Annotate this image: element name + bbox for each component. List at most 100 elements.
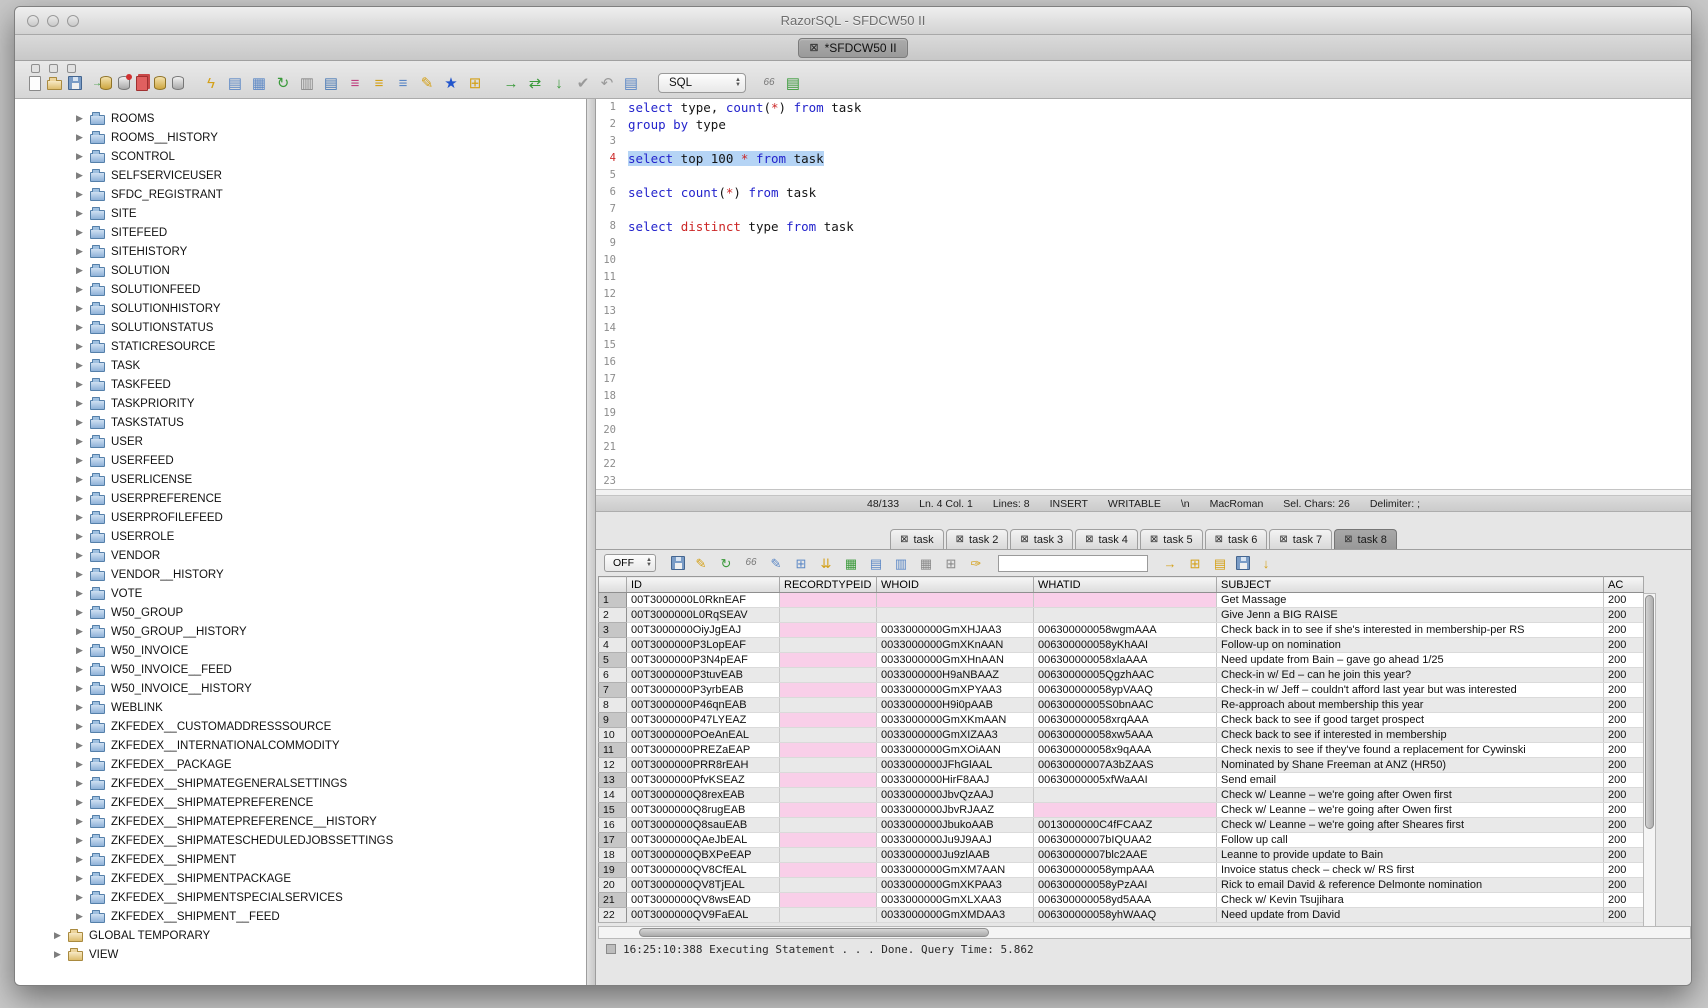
cell-recordtypeid[interactable]: [780, 818, 877, 833]
code-line[interactable]: select count(*) from task: [628, 184, 1691, 201]
cell-ac[interactable]: 200: [1604, 668, 1644, 683]
code-line[interactable]: [628, 354, 1691, 371]
cell-subject[interactable]: Send email: [1217, 773, 1604, 788]
table-copy-icon[interactable]: ⊞: [942, 554, 960, 572]
results-search-input[interactable]: [998, 555, 1148, 572]
cell-whatid[interactable]: 00630000005QgzhAAC: [1034, 668, 1217, 683]
cell-whoid[interactable]: 0033000000GmXKnAAN: [877, 638, 1034, 653]
sidebar-item-zkfedex-shipmatescheduledjobssettings[interactable]: ▶ZKFEDEX__SHIPMATESCHEDULEDJOBSSETTINGS: [15, 831, 586, 850]
sidebar-item-solutionhistory[interactable]: ▶SOLUTIONHISTORY: [15, 299, 586, 318]
cell-whoid[interactable]: 0033000000JFhGlAAL: [877, 758, 1034, 773]
insert-rows-icon[interactable]: ⇊: [817, 554, 835, 572]
frame-control-icon[interactable]: [49, 64, 58, 73]
disclosure-triangle-icon[interactable]: ▶: [75, 626, 84, 637]
table-row[interactable]: 1600T3000000Q8sauEAB0033000000JbukoAAB00…: [599, 818, 1644, 833]
cell-ac[interactable]: 200: [1604, 638, 1644, 653]
sort-list-icon[interactable]: ≡: [370, 74, 388, 92]
grid-vertical-scrollbar[interactable]: [1643, 593, 1656, 926]
table-row[interactable]: 1700T3000000QAeJbEAL0033000000Ju9J9AAJ00…: [599, 833, 1644, 848]
tab-close-icon[interactable]: ⊠: [1085, 534, 1093, 545]
execute-lightning-icon[interactable]: ϟ: [202, 74, 220, 92]
cell-ac[interactable]: 200: [1604, 848, 1644, 863]
sidebar-item-taskfeed[interactable]: ▶TASKFEED: [15, 375, 586, 394]
table-row[interactable]: 1800T3000000QBXPeEAP0033000000Ju9zlAAB00…: [599, 848, 1644, 863]
cell-whoid[interactable]: 0033000000GmXM7AAN: [877, 863, 1034, 878]
cell-whoid[interactable]: 0033000000GmXLXAA3: [877, 893, 1034, 908]
sidebar-item-zkfedex-shipmatepreference-history[interactable]: ▶ZKFEDEX__SHIPMATEPREFERENCE__HISTORY: [15, 812, 586, 831]
cell-ac[interactable]: 200: [1604, 608, 1644, 623]
green-list-icon[interactable]: ▤: [784, 74, 802, 92]
cell-recordtypeid[interactable]: [780, 758, 877, 773]
cell-ac[interactable]: 200: [1604, 713, 1644, 728]
disclosure-triangle-icon[interactable]: ▶: [53, 930, 62, 941]
cell-subject[interactable]: Check-in w/ Jeff – couldn't afford last …: [1217, 683, 1604, 698]
column-header-ac[interactable]: AC: [1604, 577, 1644, 593]
cell-ac[interactable]: 200: [1604, 653, 1644, 668]
cell-subject[interactable]: Re-approach about membership this year: [1217, 698, 1604, 713]
result-tab-8[interactable]: ⊠task 8: [1334, 529, 1397, 549]
cell-whatid[interactable]: 006300000058ympAAA: [1034, 863, 1217, 878]
cell-whoid[interactable]: 0033000000GmXHnAAN: [877, 653, 1034, 668]
cell-whatid[interactable]: 006300000058ypVAAQ: [1034, 683, 1217, 698]
cell-whoid[interactable]: 0033000000GmXKPAA3: [877, 878, 1034, 893]
down-arrow-icon[interactable]: ↓: [550, 74, 568, 92]
table-row[interactable]: 100T3000000L0RknEAFGet Massage200: [599, 593, 1644, 608]
cell-ac[interactable]: 200: [1604, 863, 1644, 878]
sidebar-item-zkfedex-shipmentpackage[interactable]: ▶ZKFEDEX__SHIPMENTPACKAGE: [15, 869, 586, 888]
disclosure-triangle-icon[interactable]: ▶: [75, 892, 84, 903]
tab-close-icon[interactable]: ⊠: [900, 534, 908, 545]
execute-arrow-icon[interactable]: →: [502, 74, 520, 92]
cell-id[interactable]: 00T3000000QV8CfEAL: [627, 863, 780, 878]
sidebar-item-site[interactable]: ▶SITE: [15, 204, 586, 223]
sidebar-item-sitehistory[interactable]: ▶SITEHISTORY: [15, 242, 586, 261]
tab-close-icon[interactable]: ⊠: [809, 41, 818, 54]
column-header-whatid[interactable]: WHATID: [1034, 577, 1217, 593]
refresh-pages-icon[interactable]: ↻: [274, 74, 292, 92]
open-file-icon[interactable]: [47, 80, 62, 90]
disclosure-triangle-icon[interactable]: ▶: [75, 835, 84, 846]
cell-whatid[interactable]: 006300000058x9qAAA: [1034, 743, 1217, 758]
result-tab-4[interactable]: ⊠task 4: [1075, 529, 1138, 549]
zoom-button[interactable]: [67, 15, 79, 27]
form-icon[interactable]: ▤: [226, 74, 244, 92]
view-66-icon[interactable]: 66: [742, 554, 760, 572]
document-tab[interactable]: ⊠ *SFDCW50 II: [798, 38, 907, 58]
disclosure-triangle-icon[interactable]: ▶: [75, 360, 84, 371]
copy-icon[interactable]: ▦: [917, 554, 935, 572]
edit-list-icon[interactable]: ✎: [418, 74, 436, 92]
cell-recordtypeid[interactable]: [780, 623, 877, 638]
cell-recordtypeid[interactable]: [780, 863, 877, 878]
table-row[interactable]: 900T3000000P47LYEAZ0033000000GmXKmAAN006…: [599, 713, 1644, 728]
disclosure-triangle-icon[interactable]: ▶: [75, 664, 84, 675]
table-row[interactable]: 1200T3000000PRR8rEAH0033000000JFhGlAAL00…: [599, 758, 1644, 773]
cell-id[interactable]: 00T3000000QAeJbEAL: [627, 833, 780, 848]
disclosure-triangle-icon[interactable]: ▶: [75, 398, 84, 409]
table-row[interactable]: 1000T3000000POeAnEAL0033000000GmXIZAA300…: [599, 728, 1644, 743]
disclosure-triangle-icon[interactable]: ▶: [75, 721, 84, 732]
code-line[interactable]: [628, 337, 1691, 354]
cell-subject[interactable]: Check-in w/ Ed – can he join this year?: [1217, 668, 1604, 683]
sidebar-item-w50-invoice-feed[interactable]: ▶W50_INVOICE__FEED: [15, 660, 586, 679]
cell-recordtypeid[interactable]: [780, 848, 877, 863]
code-line[interactable]: [628, 235, 1691, 252]
sidebar-item-w50-invoice[interactable]: ▶W50_INVOICE: [15, 641, 586, 660]
close-button[interactable]: [27, 15, 39, 27]
frame-control-icon[interactable]: [67, 64, 76, 73]
scroll-thumb[interactable]: [1645, 595, 1654, 829]
grid-horizontal-scrollbar[interactable]: [598, 926, 1691, 939]
tab-close-icon[interactable]: ⊠: [956, 534, 964, 545]
code-line[interactable]: [628, 201, 1691, 218]
sidebar-item-userprofilefeed[interactable]: ▶USERPROFILEFEED: [15, 508, 586, 527]
cell-whatid[interactable]: 00630000005xfWaAAI: [1034, 773, 1217, 788]
disclosure-triangle-icon[interactable]: ▶: [75, 759, 84, 770]
code-line[interactable]: [628, 303, 1691, 320]
cell-recordtypeid[interactable]: [780, 593, 877, 608]
cell-subject[interactable]: Check w/ Kevin Tsujihara: [1217, 893, 1604, 908]
book-icon[interactable]: ▤: [322, 74, 340, 92]
result-tab-2[interactable]: ⊠task 2: [946, 529, 1009, 549]
reload-table-icon[interactable]: ▦: [842, 554, 860, 572]
cell-recordtypeid[interactable]: [780, 773, 877, 788]
code-line[interactable]: select distinct type from task: [628, 218, 1691, 235]
disclosure-triangle-icon[interactable]: ▶: [75, 512, 84, 523]
go-arrow-icon[interactable]: →: [1161, 554, 1179, 572]
